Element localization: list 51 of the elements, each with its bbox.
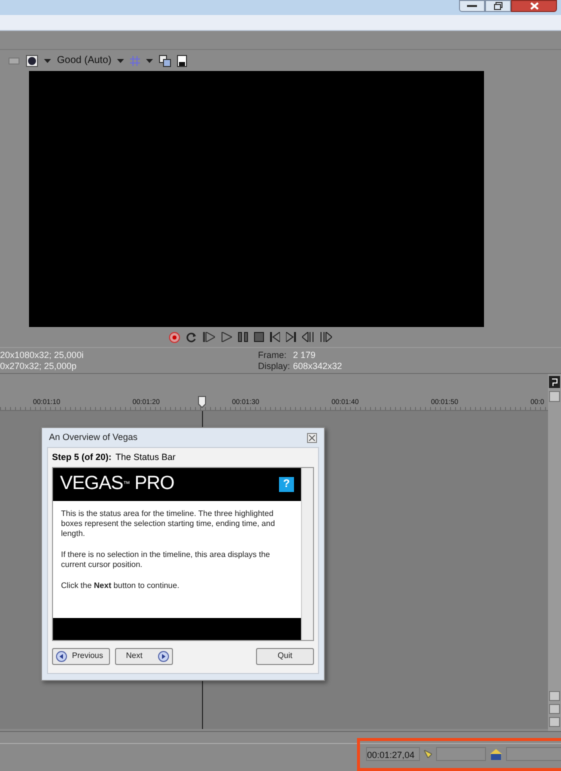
length-icon (490, 748, 502, 760)
loop-icon[interactable] (186, 332, 197, 342)
close-button[interactable] (511, 0, 557, 12)
instruction-text: If there is no selection in the timeline, this area displays the current cursor position. (61, 550, 271, 570)
close-button[interactable] (307, 432, 317, 442)
instruction-text: This is the status area for the timeline. The three highlighted boxes represent the selection starting time, ending time, and length. (61, 509, 276, 539)
flag-icon (424, 750, 432, 758)
field-label: Display: (258, 361, 292, 372)
field-value: 608x342x32 (293, 361, 342, 372)
previous-frame-icon[interactable] (302, 332, 314, 342)
play-icon[interactable] (221, 332, 232, 342)
format-text: 20x1080x32; 25,000i (0, 350, 84, 361)
caret-icon[interactable] (117, 58, 124, 62)
scroll-up-button[interactable] (549, 391, 560, 402)
play-from-start-icon[interactable] (203, 332, 215, 342)
skip-back-icon[interactable] (270, 332, 280, 342)
skip-forward-icon[interactable] (286, 332, 296, 342)
forward-icon (158, 650, 169, 662)
zoom-out-button[interactable] (549, 717, 560, 727)
playhead-handle[interactable] (198, 396, 206, 408)
instruction-text: Click the Next button to continue. (61, 581, 180, 591)
pause-icon[interactable] (238, 332, 248, 342)
step-label: Step 5 (of 20): (52, 450, 112, 464)
minimize-icon (467, 4, 477, 8)
step-title: The Status Bar (116, 450, 176, 464)
next-frame-icon[interactable] (320, 332, 332, 342)
marker-icon[interactable] (549, 376, 560, 388)
close-icon (309, 434, 315, 440)
back-icon (56, 650, 67, 662)
minimize-button[interactable] (459, 0, 485, 12)
overlay-icon[interactable] (26, 54, 38, 66)
zoom-in-button[interactable] (549, 704, 560, 714)
field-label: Frame: (258, 350, 288, 361)
save-icon[interactable] (177, 54, 188, 66)
previous-button[interactable]: Previous (52, 648, 110, 664)
format-text: 0x270x32; 25,000p (0, 361, 77, 372)
dialog-title: An Overview of Vegas (49, 430, 138, 444)
record-icon[interactable] (169, 332, 180, 342)
field-value: 2 179 (293, 350, 316, 361)
restore-button[interactable] (485, 0, 511, 12)
selection-start-time: 00:01:27,04 (366, 747, 420, 761)
close-icon (530, 2, 538, 10)
logo-text: VEGAS$^{™}$ PRO (60, 472, 174, 496)
copy-icon[interactable] (159, 54, 172, 66)
quality-dropdown[interactable]: Good (Auto) (57, 53, 112, 68)
next-button[interactable]: Next (115, 648, 173, 664)
scroll-down-button[interactable] (549, 691, 560, 701)
caret-icon[interactable] (146, 58, 154, 62)
caret-icon[interactable] (44, 58, 51, 62)
quit-button[interactable]: Quit (256, 648, 314, 664)
restore-icon (494, 2, 502, 10)
